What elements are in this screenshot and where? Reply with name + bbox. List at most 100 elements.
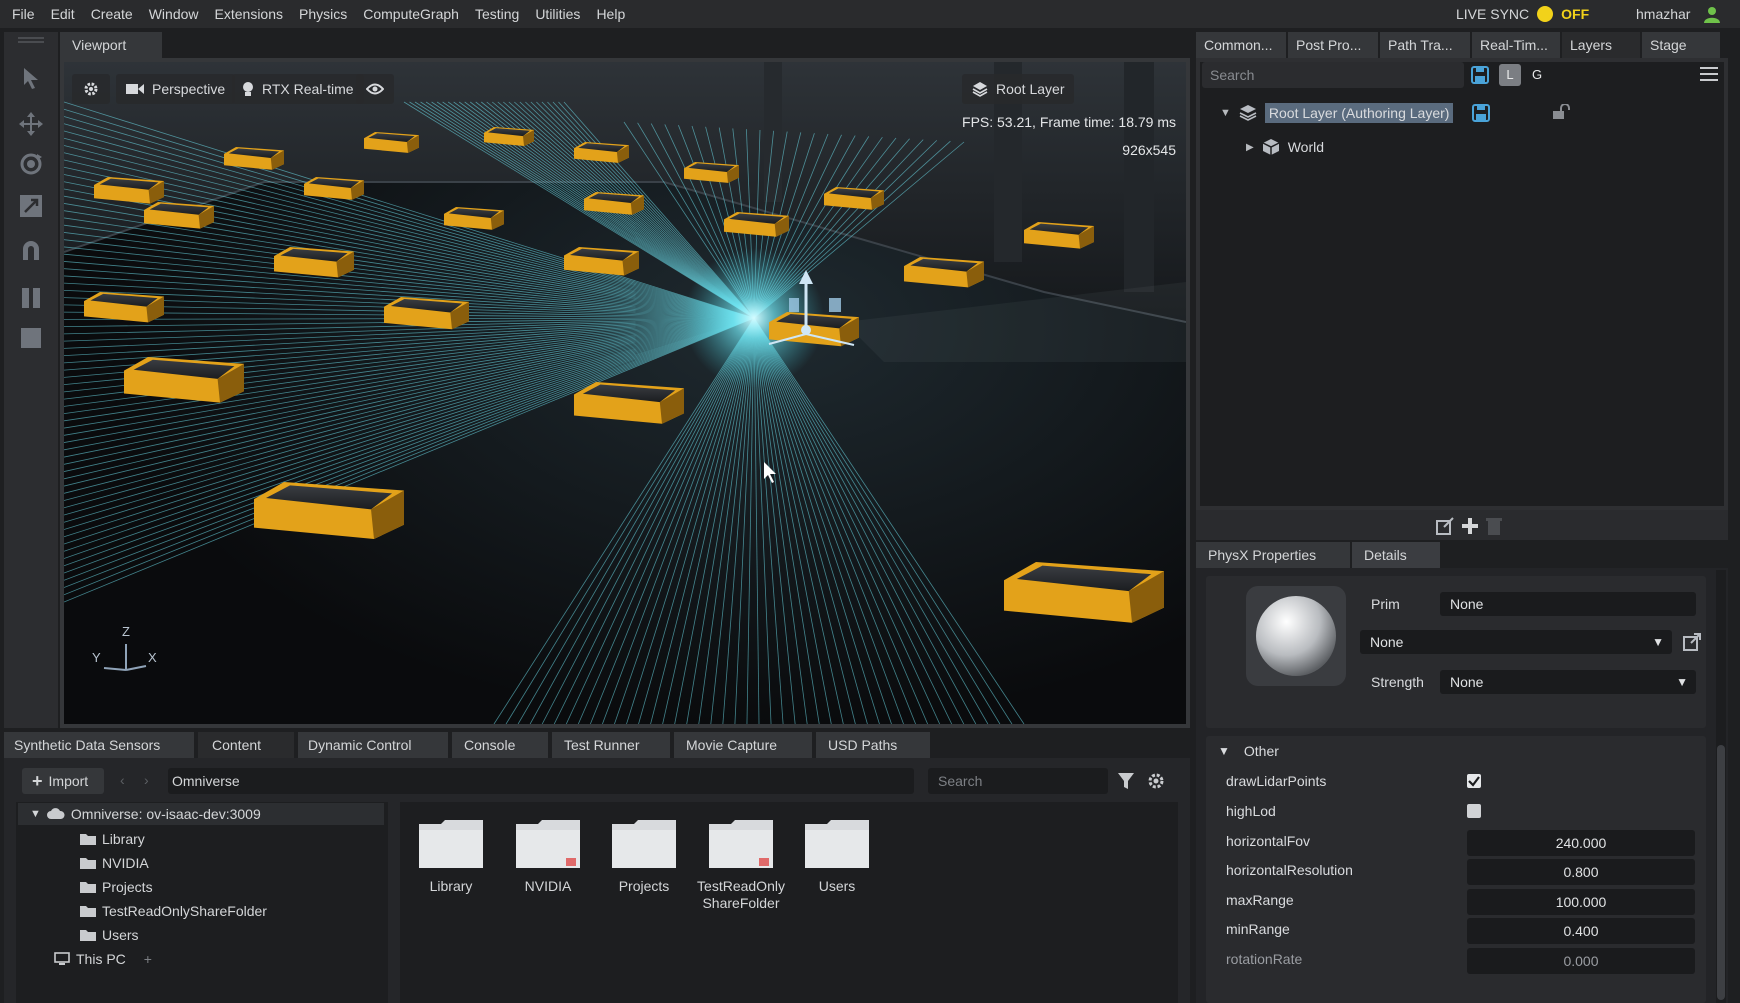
hamburger-menu-icon[interactable]: [1700, 66, 1718, 82]
other-section-header[interactable]: ▼ Other: [1218, 740, 1279, 762]
material-select[interactable]: None ▼: [1360, 630, 1672, 654]
menu-edit[interactable]: Edit: [43, 0, 83, 28]
back-arrow-icon[interactable]: ‹: [120, 772, 125, 788]
tab-details[interactable]: Details: [1352, 542, 1440, 568]
scrollbar-thumb[interactable]: [1717, 745, 1725, 1000]
number-field-minRange[interactable]: 0.400: [1467, 918, 1695, 944]
tree-folder-users[interactable]: Users: [80, 924, 139, 946]
menu-window[interactable]: Window: [141, 0, 207, 28]
add-layer-icon[interactable]: [1461, 517, 1479, 535]
root-layer-name[interactable]: Root Layer (Authoring Layer): [1264, 103, 1454, 123]
chevron-right-icon[interactable]: ▶: [1246, 142, 1254, 153]
tab-real-time[interactable]: Real-Tim...: [1472, 32, 1560, 58]
tab-post-processing[interactable]: Post Pro...: [1288, 32, 1378, 58]
tab-console[interactable]: Console: [452, 732, 548, 758]
menu-file[interactable]: File: [0, 0, 43, 28]
tree-folder-projects[interactable]: Projects: [80, 876, 153, 898]
stop-icon[interactable]: [17, 324, 45, 352]
chevron-down-icon[interactable]: ▼: [1220, 107, 1231, 119]
menu-help[interactable]: Help: [588, 0, 633, 28]
properties-scrollbar[interactable]: [1716, 570, 1726, 1003]
number-field-maxRange[interactable]: 100.000: [1467, 889, 1695, 915]
tree-folder-library[interactable]: Library: [80, 828, 145, 850]
tab-usd-paths[interactable]: USD Paths: [816, 732, 930, 758]
viewport[interactable]: Perspective RTX Real-time Root Layer FPS…: [60, 58, 1190, 728]
renderer-button[interactable]: RTX Real-time: [232, 74, 364, 104]
add-location-icon[interactable]: +: [144, 951, 152, 967]
number-field-horizontalFov[interactable]: 240.000: [1467, 830, 1695, 856]
tree-folder-testreadonlysharefolder[interactable]: TestReadOnlyShareFolder: [80, 900, 267, 922]
tab-layers[interactable]: Layers: [1562, 32, 1640, 58]
content-search-input[interactable]: Search: [928, 768, 1108, 794]
viewport-settings-button[interactable]: [72, 74, 110, 104]
tab-dynamic-control[interactable]: Dynamic Control: [298, 732, 448, 758]
folder-tile-nvidia[interactable]: NVIDIA: [503, 818, 593, 895]
camera-button[interactable]: Perspective: [116, 74, 236, 104]
tab-physx-properties[interactable]: PhysX Properties: [1196, 542, 1350, 568]
menu-create[interactable]: Create: [83, 0, 141, 28]
import-label: Import: [48, 773, 89, 789]
tree-server[interactable]: ▼ Omniverse: ov-isaac-dev:3009: [30, 803, 261, 825]
layer-local-toggle[interactable]: L: [1499, 64, 1521, 86]
menu-physics[interactable]: Physics: [291, 0, 355, 28]
user-icon[interactable]: [1703, 5, 1721, 23]
tree-folder-label: NVIDIA: [102, 855, 149, 871]
layer-save-icon[interactable]: [1472, 104, 1490, 122]
move-tool-icon[interactable]: [17, 110, 45, 138]
forward-arrow-icon[interactable]: ›: [144, 772, 149, 788]
menu-utilities[interactable]: Utilities: [527, 0, 588, 28]
menu-testing[interactable]: Testing: [467, 0, 527, 28]
tab-stage[interactable]: Stage: [1642, 32, 1720, 58]
save-icon[interactable]: [1471, 66, 1489, 84]
tab-synthetic-data-sensors[interactable]: Synthetic Data Sensors: [4, 732, 194, 758]
snap-magnet-icon[interactable]: [17, 236, 45, 264]
tab-movie-capture[interactable]: Movie Capture: [674, 732, 812, 758]
folder-tile-library[interactable]: Library: [406, 818, 496, 895]
tab-test-runner[interactable]: Test Runner: [552, 732, 670, 758]
checkbox-highLod[interactable]: [1467, 804, 1481, 818]
layer-global-toggle[interactable]: G: [1526, 64, 1548, 86]
folder-tile-projects[interactable]: Projects: [599, 818, 689, 895]
tab-path-tracing[interactable]: Path Tra...: [1380, 32, 1470, 58]
pause-icon[interactable]: [17, 284, 45, 312]
world-layer-row[interactable]: ▶ World: [1246, 134, 1324, 160]
number-field-rotationRate[interactable]: 0.000: [1467, 948, 1695, 974]
unlock-icon[interactable]: [1552, 104, 1570, 120]
field-label-maxRange: maxRange: [1226, 892, 1294, 908]
strength-select[interactable]: None ▼: [1440, 670, 1696, 694]
tab-content[interactable]: Content: [198, 732, 294, 758]
resolution-text: 926x545: [1122, 142, 1176, 158]
tab-common[interactable]: Common...: [1196, 32, 1286, 58]
fps-text: FPS: 53.21, Frame time: 18.79 ms: [962, 114, 1176, 130]
settings-gear-icon[interactable]: [1147, 772, 1165, 790]
delete-layer-icon[interactable]: [1486, 517, 1502, 535]
folder-tile-testreadonly-sharefolder[interactable]: TestReadOnly ShareFolder: [696, 818, 786, 912]
tree-folder-nvidia[interactable]: NVIDIA: [80, 852, 149, 874]
filter-icon[interactable]: [1117, 772, 1135, 790]
tab-viewport[interactable]: Viewport: [60, 32, 162, 58]
prim-field[interactable]: None: [1440, 592, 1696, 616]
menu-computegraph[interactable]: ComputeGraph: [355, 0, 467, 28]
visibility-button[interactable]: [356, 74, 394, 104]
scale-tool-icon[interactable]: [17, 192, 45, 220]
renderer-label: RTX Real-time: [262, 81, 354, 97]
material-preview-sphere[interactable]: [1246, 586, 1346, 686]
open-external-icon[interactable]: [1683, 633, 1701, 651]
root-layer-row[interactable]: ▼ Root Layer (Authoring Layer): [1220, 100, 1454, 126]
select-tool-icon[interactable]: [17, 64, 45, 92]
menu-extensions[interactable]: Extensions: [207, 0, 291, 28]
tree-this-pc[interactable]: This PC +: [54, 948, 152, 970]
live-sync-toggle[interactable]: LIVE SYNC OFF: [1456, 0, 1589, 28]
folder-tile-users[interactable]: Users: [792, 818, 882, 895]
strength-select-value: None: [1450, 674, 1484, 690]
path-input[interactable]: Omniverse: [168, 768, 914, 794]
number-field-horizontalResolution[interactable]: 0.800: [1467, 859, 1695, 885]
root-layer-button[interactable]: Root Layer: [962, 74, 1075, 104]
layers-search-input[interactable]: Search: [1202, 62, 1464, 88]
rotate-tool-icon[interactable]: [17, 150, 45, 178]
field-label-minRange: minRange: [1226, 921, 1290, 937]
edit-layer-icon[interactable]: [1436, 517, 1454, 535]
checkbox-drawLidarPoints[interactable]: [1467, 774, 1481, 788]
import-button[interactable]: + Import: [22, 768, 104, 794]
toolbar-grip-icon[interactable]: [17, 36, 45, 46]
